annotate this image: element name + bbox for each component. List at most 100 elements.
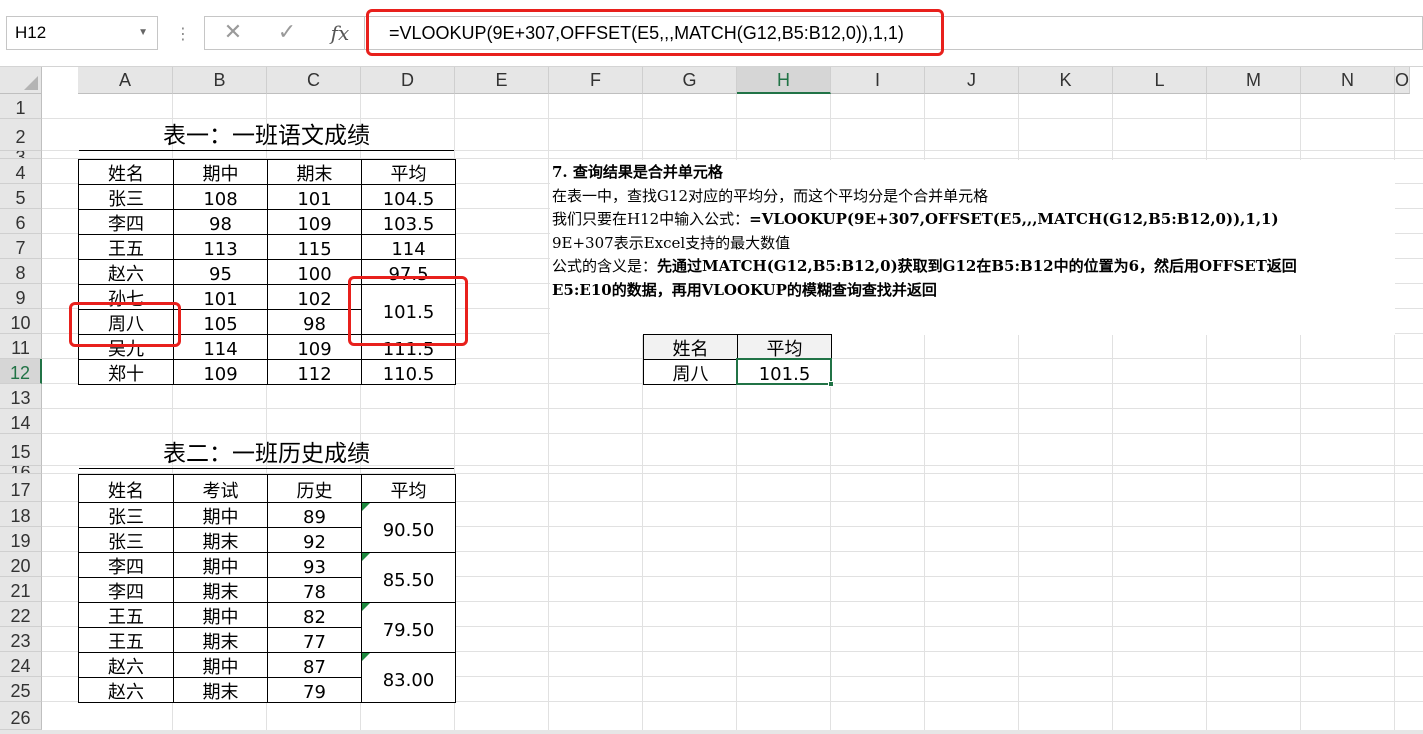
row-header-11[interactable]: 11 [0,334,42,359]
table1-name-cell[interactable]: 李四 [78,209,174,235]
lookup-header[interactable]: 平均 [737,334,832,360]
table1-final-cell[interactable]: 109 [267,209,362,235]
horizontal-scrollbar[interactable] [0,730,1423,734]
column-header-h[interactable]: H [737,67,831,94]
table2-header[interactable]: 姓名 [78,474,174,503]
table1-midterm-cell[interactable]: 105 [173,309,268,335]
table2-history-cell[interactable]: 79 [267,677,362,703]
table1-avg-cell[interactable]: 104.5 [361,184,456,210]
column-header-l[interactable]: L [1113,67,1207,94]
table1-midterm-cell[interactable]: 98 [173,209,268,235]
row-header-7[interactable]: 7 [0,234,42,259]
row-header-5[interactable]: 5 [0,184,42,209]
table1-avg-cell[interactable]: 103.5 [361,209,456,235]
table2-avg-cell[interactable]: 83.00 [361,652,456,703]
table1-midterm-cell[interactable]: 109 [173,359,268,385]
table1-final-cell[interactable]: 112 [267,359,362,385]
table1-midterm-cell[interactable]: 113 [173,234,268,260]
row-header-13[interactable]: 13 [0,384,42,409]
table2-history-cell[interactable]: 87 [267,652,362,678]
table2-exam-cell[interactable]: 期中 [173,552,268,578]
row-header-12[interactable]: 12 [0,359,42,384]
table1-name-cell[interactable]: 王五 [78,234,174,260]
table1-header[interactable]: 期末 [267,159,362,185]
table2-name-cell[interactable]: 李四 [78,577,174,603]
row-header-4[interactable]: 4 [0,159,42,184]
table1-avg-cell[interactable]: 110.5 [361,359,456,385]
column-header-b[interactable]: B [173,67,267,94]
column-header-n[interactable]: N [1301,67,1395,94]
table2-history-cell[interactable]: 92 [267,527,362,553]
row-header-24[interactable]: 24 [0,652,42,677]
row-header-18[interactable]: 18 [0,502,42,527]
table2-exam-cell[interactable]: 期末 [173,527,268,553]
error-indicator-icon[interactable] [362,603,370,611]
row-header-16[interactable]: 16 [0,466,42,474]
row-header-17[interactable]: 17 [0,474,42,502]
table2-history-cell[interactable]: 78 [267,577,362,603]
row-header-25[interactable]: 25 [0,677,42,702]
insert-function-icon[interactable]: fx [320,17,360,49]
error-indicator-icon[interactable] [362,503,370,511]
row-header-14[interactable]: 14 [0,409,42,434]
table2-exam-cell[interactable]: 期中 [173,652,268,678]
row-header-26[interactable]: 26 [0,702,42,730]
column-header-k[interactable]: K [1019,67,1113,94]
table2-history-cell[interactable]: 89 [267,502,362,528]
table1-final-cell[interactable]: 101 [267,184,362,210]
row-header-21[interactable]: 21 [0,577,42,602]
table2-exam-cell[interactable]: 期中 [173,602,268,628]
table2-avg-cell[interactable]: 85.50 [361,552,456,603]
table1-midterm-cell[interactable]: 101 [173,284,268,310]
table1-midterm-cell[interactable]: 108 [173,184,268,210]
column-header-g[interactable]: G [643,67,737,94]
table2-exam-cell[interactable]: 期末 [173,677,268,703]
more-options-icon[interactable]: ⋮ [175,24,191,44]
table2-avg-cell[interactable]: 90.50 [361,502,456,553]
table2-exam-cell[interactable]: 期末 [173,627,268,653]
select-all-corner[interactable] [0,67,42,94]
row-header-15[interactable]: 15 [0,434,42,466]
column-header-a[interactable]: A [78,67,173,94]
table2-exam-cell[interactable]: 期末 [173,577,268,603]
row-header-10[interactable]: 10 [0,309,42,334]
table2-header[interactable]: 考试 [173,474,268,503]
row-header-9[interactable]: 9 [0,284,42,309]
table2-name-cell[interactable]: 赵六 [78,677,174,703]
table2-history-cell[interactable]: 93 [267,552,362,578]
cancel-icon[interactable]: ✕ [213,17,253,49]
table2-avg-cell[interactable]: 79.50 [361,602,456,653]
table2-name-cell[interactable]: 张三 [78,527,174,553]
column-header-d[interactable]: D [361,67,455,94]
chevron-down-icon[interactable]: ▼ [138,17,148,49]
row-header-20[interactable]: 20 [0,552,42,577]
error-indicator-icon[interactable] [362,653,370,661]
column-header-c[interactable]: C [267,67,361,94]
row-header-3[interactable]: 3 [0,151,42,159]
row-header-1[interactable]: 1 [0,94,42,119]
row-header-8[interactable]: 8 [0,259,42,284]
column-header-m[interactable]: M [1207,67,1301,94]
table1-midterm-cell[interactable]: 114 [173,334,268,360]
lookup-name-cell[interactable]: 周八 [643,359,738,385]
enter-icon[interactable]: ✓ [267,17,307,49]
table2-name-cell[interactable]: 张三 [78,502,174,528]
table2-name-cell[interactable]: 王五 [78,627,174,653]
fill-handle[interactable] [828,381,834,387]
table1-header[interactable]: 平均 [361,159,456,185]
table2-name-cell[interactable]: 赵六 [78,652,174,678]
table1-final-cell[interactable]: 115 [267,234,362,260]
table1-name-cell[interactable]: 郑十 [78,359,174,385]
lookup-header[interactable]: 姓名 [643,334,738,360]
column-header-o[interactable]: O [1395,67,1411,94]
table2-name-cell[interactable]: 王五 [78,602,174,628]
table2-history-cell[interactable]: 82 [267,602,362,628]
row-header-19[interactable]: 19 [0,527,42,552]
table2-name-cell[interactable]: 李四 [78,552,174,578]
row-header-2[interactable]: 2 [0,119,42,151]
column-header-i[interactable]: I [831,67,925,94]
table1-header[interactable]: 期中 [173,159,268,185]
column-header-j[interactable]: J [925,67,1019,94]
table1-midterm-cell[interactable]: 95 [173,259,268,285]
table2-header[interactable]: 历史 [267,474,362,503]
